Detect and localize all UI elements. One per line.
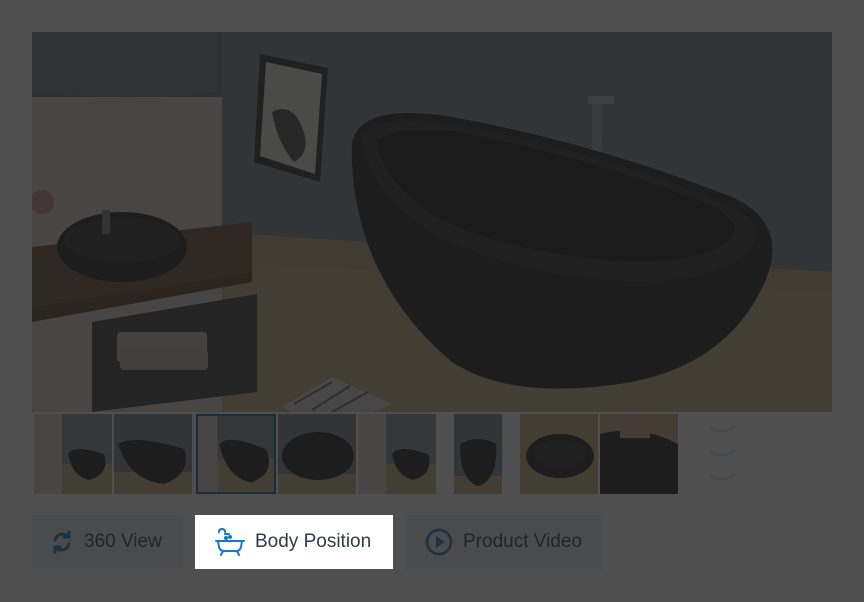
product-video-button[interactable]: Product Video — [405, 515, 603, 569]
more-thumbnails-icon[interactable] — [704, 416, 740, 492]
refresh-icon — [50, 530, 74, 554]
main-product-image[interactable] — [32, 32, 832, 412]
thumbnail-8[interactable] — [600, 414, 678, 494]
product-video-label: Product Video — [463, 531, 583, 552]
thumbnail-strip — [32, 414, 832, 496]
thumbnail-1[interactable] — [34, 414, 112, 494]
product-gallery: 360 View Product Video Body Position — [0, 0, 864, 602]
thumbnail-7[interactable] — [520, 414, 598, 494]
thumbnail-4[interactable] — [278, 414, 356, 494]
body-position-label: Body Position — [255, 531, 372, 552]
360-view-label: 360 View — [84, 531, 162, 552]
bathtub-icon — [215, 528, 245, 556]
thumbnail-2[interactable] — [114, 414, 192, 494]
play-circle-icon — [425, 528, 453, 556]
body-position-button[interactable]: Body Position — [195, 515, 393, 569]
360-view-button[interactable]: 360 View — [32, 515, 183, 569]
thumbnail-6[interactable] — [454, 414, 502, 494]
thumbnail-3[interactable] — [196, 414, 276, 494]
thumbnail-5[interactable] — [358, 414, 436, 494]
